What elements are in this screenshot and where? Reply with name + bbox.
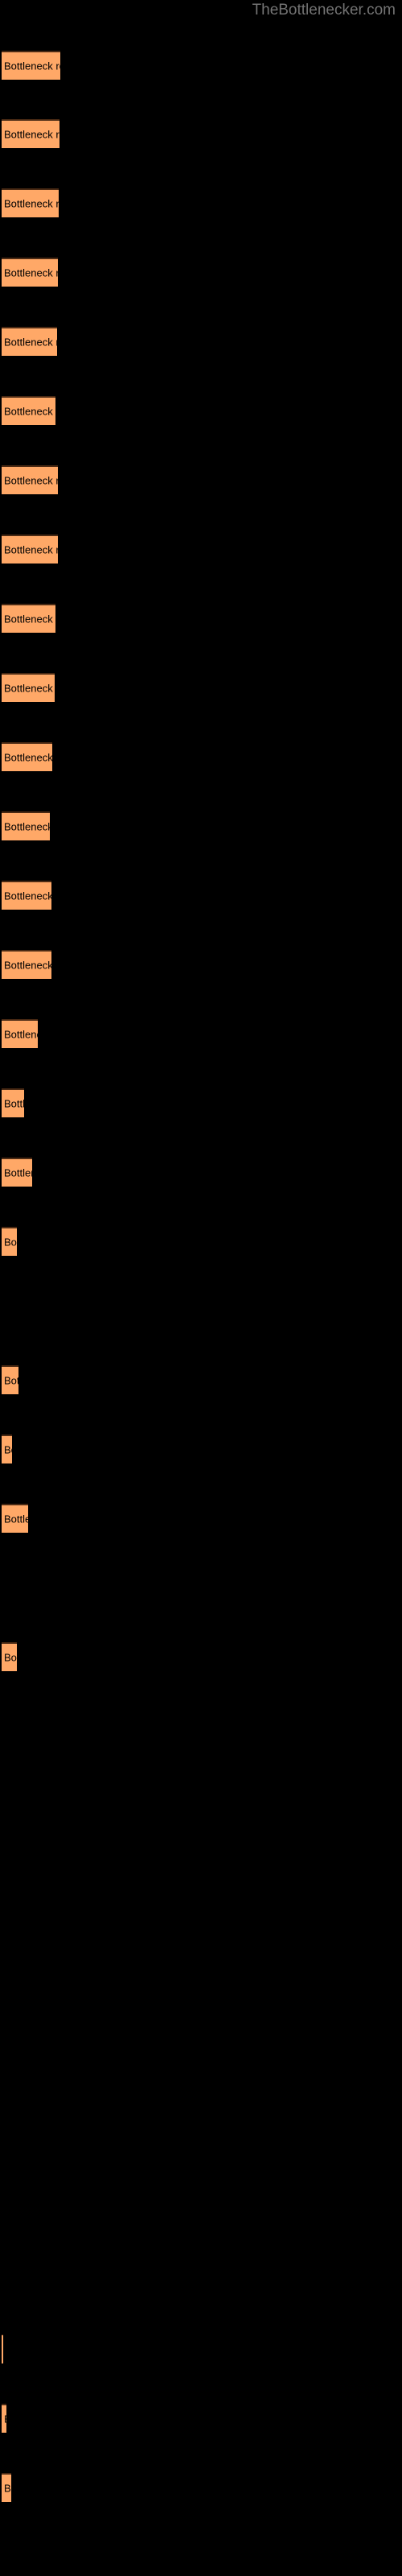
bar-bottleneck-result[interactable]: Bottleneck result	[2, 188, 59, 217]
bar-row: Bottleneck result	[0, 1227, 402, 1256]
bar-label: Bottleneck result	[4, 1166, 32, 1179]
bar-row: Bottleneck result	[0, 1088, 402, 1117]
bar-row: Bottleneck result	[0, 258, 402, 287]
bar-bottleneck-result[interactable]: Bottleneck result	[2, 396, 55, 425]
bar-row: Bottleneck result	[0, 604, 402, 633]
bar-row: Bottleneck result	[0, 742, 402, 771]
bar-bottleneck-result[interactable]: Bottleneck result	[2, 119, 59, 148]
bar-bottleneck-result[interactable]: Bottleneck result	[2, 2473, 11, 2502]
bar-label: Bottleneck result	[4, 474, 58, 487]
bar-label: Bottleneck result	[4, 197, 59, 210]
bar-label: Bottleneck result	[4, 1651, 17, 1664]
bar-row: Bottleneck result	[0, 188, 402, 217]
bar-row: Bottleneck result	[0, 1365, 402, 1394]
bar-bottleneck-result[interactable]: Bottleneck result	[2, 604, 55, 633]
bar-row: Bottleneck result	[0, 1019, 402, 1048]
bar-label: Bottleneck result	[4, 2413, 6, 2425]
bar-row: Bottleneck result	[0, 1504, 402, 1533]
bar-bottleneck-result[interactable]: Bottleneck result	[2, 1158, 32, 1187]
bar-label: Bottleneck result	[4, 751, 52, 764]
bar-label: Bottleneck result	[4, 890, 51, 902]
bar-bottleneck-result[interactable]: Bottleneck result	[2, 51, 60, 80]
bar-row: Bottleneck result	[0, 2404, 402, 2433]
bar-row: Bottleneck result	[0, 2334, 402, 2363]
bar-bottleneck-result[interactable]: Bottleneck result	[2, 2404, 6, 2433]
bar-bottleneck-result[interactable]: Bottleneck result	[2, 742, 52, 771]
bar-label: Bottleneck result	[4, 1028, 38, 1041]
bar-label: Bottleneck result	[4, 1236, 17, 1249]
bar-row: Bottleneck result	[0, 2473, 402, 2502]
bar-label: Bottleneck result	[4, 2482, 11, 2495]
bar-label: Bottleneck result	[4, 682, 55, 695]
bar-label: Bottleneck result	[4, 543, 58, 556]
bar-bottleneck-result[interactable]: Bottleneck result	[2, 258, 58, 287]
bar-bottleneck-result[interactable]: Bottleneck result	[2, 673, 55, 702]
bar-bottleneck-result[interactable]: Bottleneck result	[2, 881, 51, 910]
bottleneck-chart: TheBottlenecker.com Bottleneck resultBot…	[0, 0, 402, 2576]
bar-bottleneck-result[interactable]: Bottleneck result	[2, 1227, 17, 1256]
bar-label: Bottleneck result	[4, 959, 51, 972]
bar-label: Bottleneck result	[4, 266, 58, 279]
bar-bottleneck-result[interactable]: Bottleneck result	[2, 535, 58, 564]
bar-row: Bottleneck result	[0, 673, 402, 702]
bar-bottleneck-result[interactable]: Bottleneck result	[2, 1365, 18, 1394]
bar-label: Bottleneck result	[4, 1443, 12, 1456]
bar-bottleneck-result[interactable]: Bottleneck result	[2, 1642, 17, 1671]
bar-bottleneck-result[interactable]: Bottleneck result	[2, 1088, 24, 1117]
bar-bottleneck-result[interactable]: Bottleneck result	[2, 811, 50, 840]
bar-label: Bottleneck result	[4, 1097, 24, 1110]
bar-row: Bottleneck result	[0, 119, 402, 148]
bar-label: Bottleneck result	[4, 60, 60, 72]
bar-row: Bottleneck result	[0, 811, 402, 840]
bar-row: Bottleneck result	[0, 51, 402, 80]
bar-row: Bottleneck result	[0, 535, 402, 564]
bar-label: Bottleneck result	[4, 128, 59, 141]
bar-row: Bottleneck result	[0, 1642, 402, 1671]
bar-bottleneck-result[interactable]: Bottleneck result	[2, 1019, 38, 1048]
bar-bottleneck-result[interactable]: Bottleneck result	[2, 1435, 12, 1463]
bar-bottleneck-result[interactable]: Bottleneck result	[2, 465, 58, 494]
bar-bottleneck-result[interactable]: Bottleneck result	[2, 1504, 28, 1533]
bar-label: Bottleneck result	[4, 405, 55, 418]
bar-bottleneck-result[interactable]: Bottleneck result	[2, 2334, 3, 2363]
bar-row: Bottleneck result	[0, 396, 402, 425]
bar-bottleneck-result[interactable]: Bottleneck result	[2, 950, 51, 979]
bar-label: Bottleneck result	[4, 1513, 28, 1525]
bar-row: Bottleneck result	[0, 950, 402, 979]
plot-area: Bottleneck result Bottleneck result Bottle…	[0, 0, 402, 2576]
bar-row: Bottleneck result	[0, 465, 402, 494]
bar-row: Bottleneck result	[0, 327, 402, 356]
bar-label: Bottleneck result	[4, 336, 57, 349]
bar-label: Bottleneck result	[4, 820, 50, 833]
bar-label: Bottleneck result	[4, 1374, 18, 1387]
bar-bottleneck-result[interactable]: Bottleneck result	[2, 327, 57, 356]
bar-row: Bottleneck result	[0, 1435, 402, 1463]
bar-label: Bottleneck result	[4, 613, 55, 625]
bar-row: Bottleneck result	[0, 881, 402, 910]
bar-row: Bottleneck result	[0, 1158, 402, 1187]
